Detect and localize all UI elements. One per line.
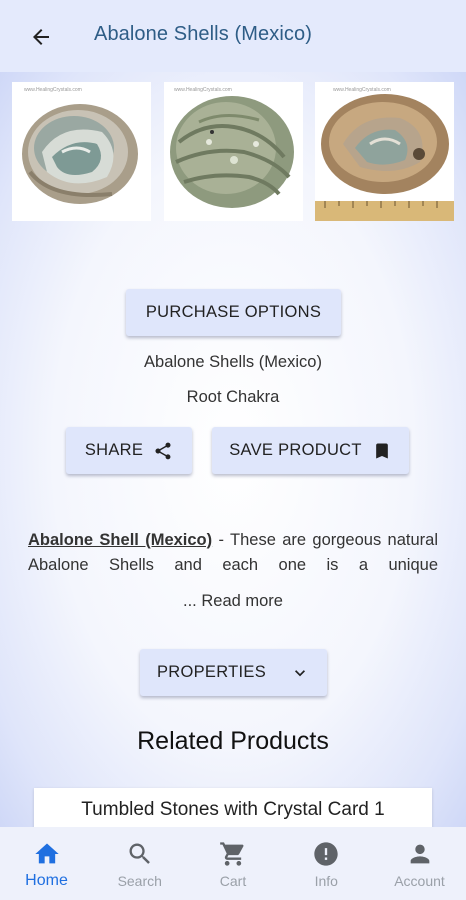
related-product-label: Tumbled Stones with Crystal Card 1 bbox=[81, 799, 385, 820]
app-bar: Abalone Shells (Mexico) bbox=[0, 0, 466, 72]
purchase-options-button[interactable]: PURCHASE OPTIONS bbox=[126, 289, 341, 336]
chevron-down-icon bbox=[290, 663, 310, 683]
account-icon bbox=[406, 839, 434, 869]
cart-icon bbox=[219, 839, 247, 869]
page-title: Abalone Shells (Mexico) bbox=[94, 23, 312, 45]
product-description: Abalone Shell (Mexico) - These are gorge… bbox=[28, 528, 438, 578]
description-lead[interactable]: Abalone Shell (Mexico) bbox=[28, 531, 212, 549]
read-more-link[interactable]: ... Read more bbox=[0, 592, 466, 611]
save-product-label: SAVE PRODUCT bbox=[229, 441, 362, 459]
product-name: Abalone Shells (Mexico) bbox=[144, 353, 322, 371]
search-icon bbox=[126, 839, 154, 869]
info-icon bbox=[312, 839, 340, 869]
nav-home[interactable]: Home bbox=[0, 827, 93, 900]
bookmark-icon bbox=[372, 441, 392, 461]
share-button[interactable]: SHARE bbox=[66, 427, 192, 474]
watermark-text: www.HealingCrystals.com bbox=[333, 87, 391, 93]
nav-account[interactable]: Account bbox=[373, 827, 466, 900]
product-image-1[interactable]: www.HealingCrystals.com bbox=[12, 82, 151, 221]
related-products-title: Related Products bbox=[137, 727, 329, 755]
home-icon bbox=[33, 839, 61, 869]
back-button[interactable] bbox=[22, 18, 60, 56]
nav-info[interactable]: Info bbox=[280, 827, 373, 900]
product-gallery: www.HealingCrystals.com www.HealingCryst… bbox=[12, 82, 454, 222]
product-image-2[interactable]: www.HealingCrystals.com bbox=[163, 82, 303, 221]
purchase-options-label: PURCHASE OPTIONS bbox=[145, 303, 322, 321]
nav-home-label: Home bbox=[25, 872, 68, 889]
product-chakra: Root Chakra bbox=[186, 388, 280, 406]
share-label: SHARE bbox=[84, 441, 144, 459]
properties-dropdown[interactable]: PROPERTIES bbox=[140, 649, 327, 696]
product-image-3[interactable]: www.HealingCrystals.com bbox=[315, 82, 454, 221]
save-product-button[interactable]: SAVE PRODUCT bbox=[212, 427, 409, 474]
nav-search[interactable]: Search bbox=[93, 827, 186, 900]
arrow-left-icon bbox=[33, 29, 49, 45]
share-icon bbox=[153, 441, 173, 461]
nav-info-label: Info bbox=[314, 873, 338, 889]
bottom-navigation: Home Search Cart Info Account bbox=[0, 827, 466, 900]
nav-account-label: Account bbox=[394, 873, 445, 889]
watermark-text: www.HealingCrystals.com bbox=[174, 87, 232, 93]
nav-search-label: Search bbox=[117, 873, 162, 889]
properties-label: PROPERTIES bbox=[156, 663, 267, 681]
nav-cart-label: Cart bbox=[219, 873, 247, 889]
nav-cart[interactable]: Cart bbox=[187, 827, 280, 900]
watermark-text: www.HealingCrystals.com bbox=[24, 87, 82, 93]
